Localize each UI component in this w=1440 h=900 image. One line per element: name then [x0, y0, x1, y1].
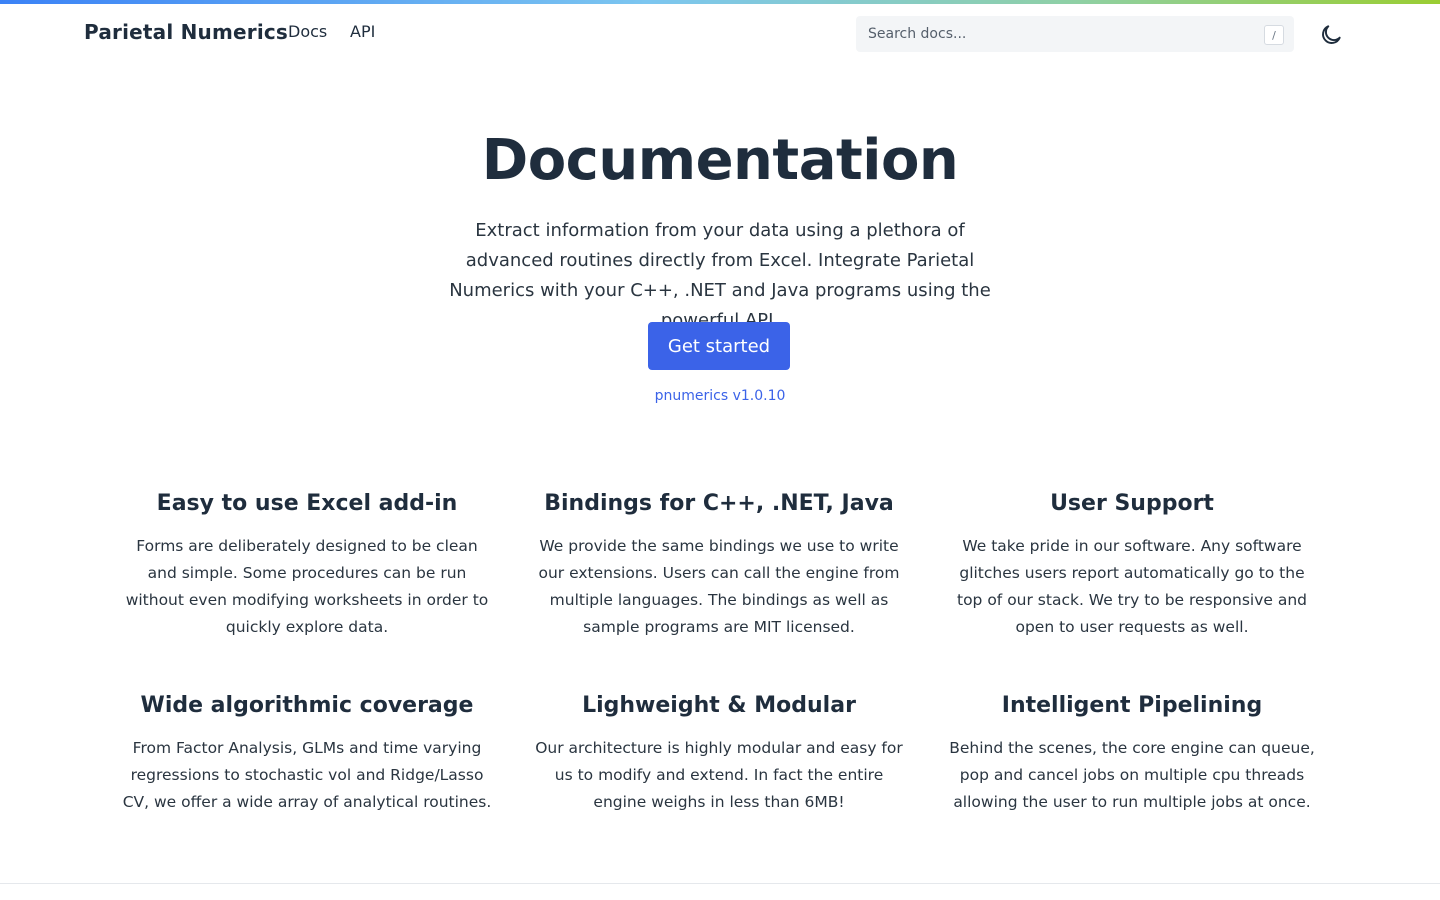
search-input[interactable] [868, 16, 1248, 52]
feature-text: Forms are deliberately designed to be cl… [125, 537, 489, 636]
feature-card: Lighweight & Modular Our architecture is… [534, 691, 904, 816]
feature-title: Lighweight & Modular [582, 693, 856, 718]
get-started-button[interactable]: Get started [648, 322, 790, 370]
feature-card: Easy to use Excel add-in Forms are delib… [122, 489, 492, 641]
version-link[interactable]: pnumerics v1.0.10 [0, 388, 1440, 404]
feature-title: Intelligent Pipelining [1001, 693, 1263, 718]
nav-link-docs[interactable]: Docs [288, 22, 327, 41]
navbar: Parietal Numerics Docs API / [0, 4, 1440, 64]
feature-title: Wide algorithmic coverage [140, 693, 474, 718]
nav-link-api[interactable]: API [350, 22, 375, 41]
hero-lead-text: Extract information from your data using… [449, 220, 991, 331]
theme-toggle-button[interactable] [1318, 22, 1344, 48]
feature-card: Bindings for C++, .NET, Java We provide … [534, 489, 904, 641]
feature-card: Wide algorithmic coverage From Factor An… [122, 691, 492, 816]
feature-card: User Support We take pride in our softwa… [947, 489, 1317, 641]
search-shortcut-hint: / [1264, 25, 1284, 45]
footer-divider [0, 883, 1440, 884]
feature-title: Easy to use Excel add-in [156, 491, 458, 516]
feature-text: From Factor Analysis, GLMs and time vary… [122, 739, 492, 811]
feature-text: We take pride in our software. Any softw… [957, 537, 1307, 636]
feature-title: Bindings for C++, .NET, Java [544, 491, 894, 516]
feature-text: We provide the same bindings we use to w… [538, 537, 900, 636]
search-box: / [856, 16, 1294, 52]
feature-title: User Support [1050, 491, 1214, 516]
feature-card: Intelligent Pipelining Behind the scenes… [947, 691, 1317, 816]
feature-text: Behind the scenes, the core engine can q… [949, 739, 1315, 811]
page-title: Documentation [481, 128, 959, 193]
feature-text: Our architecture is highly modular and e… [535, 739, 903, 811]
brand-logo-text[interactable]: Parietal Numerics [84, 20, 288, 44]
moon-icon [1322, 25, 1341, 44]
